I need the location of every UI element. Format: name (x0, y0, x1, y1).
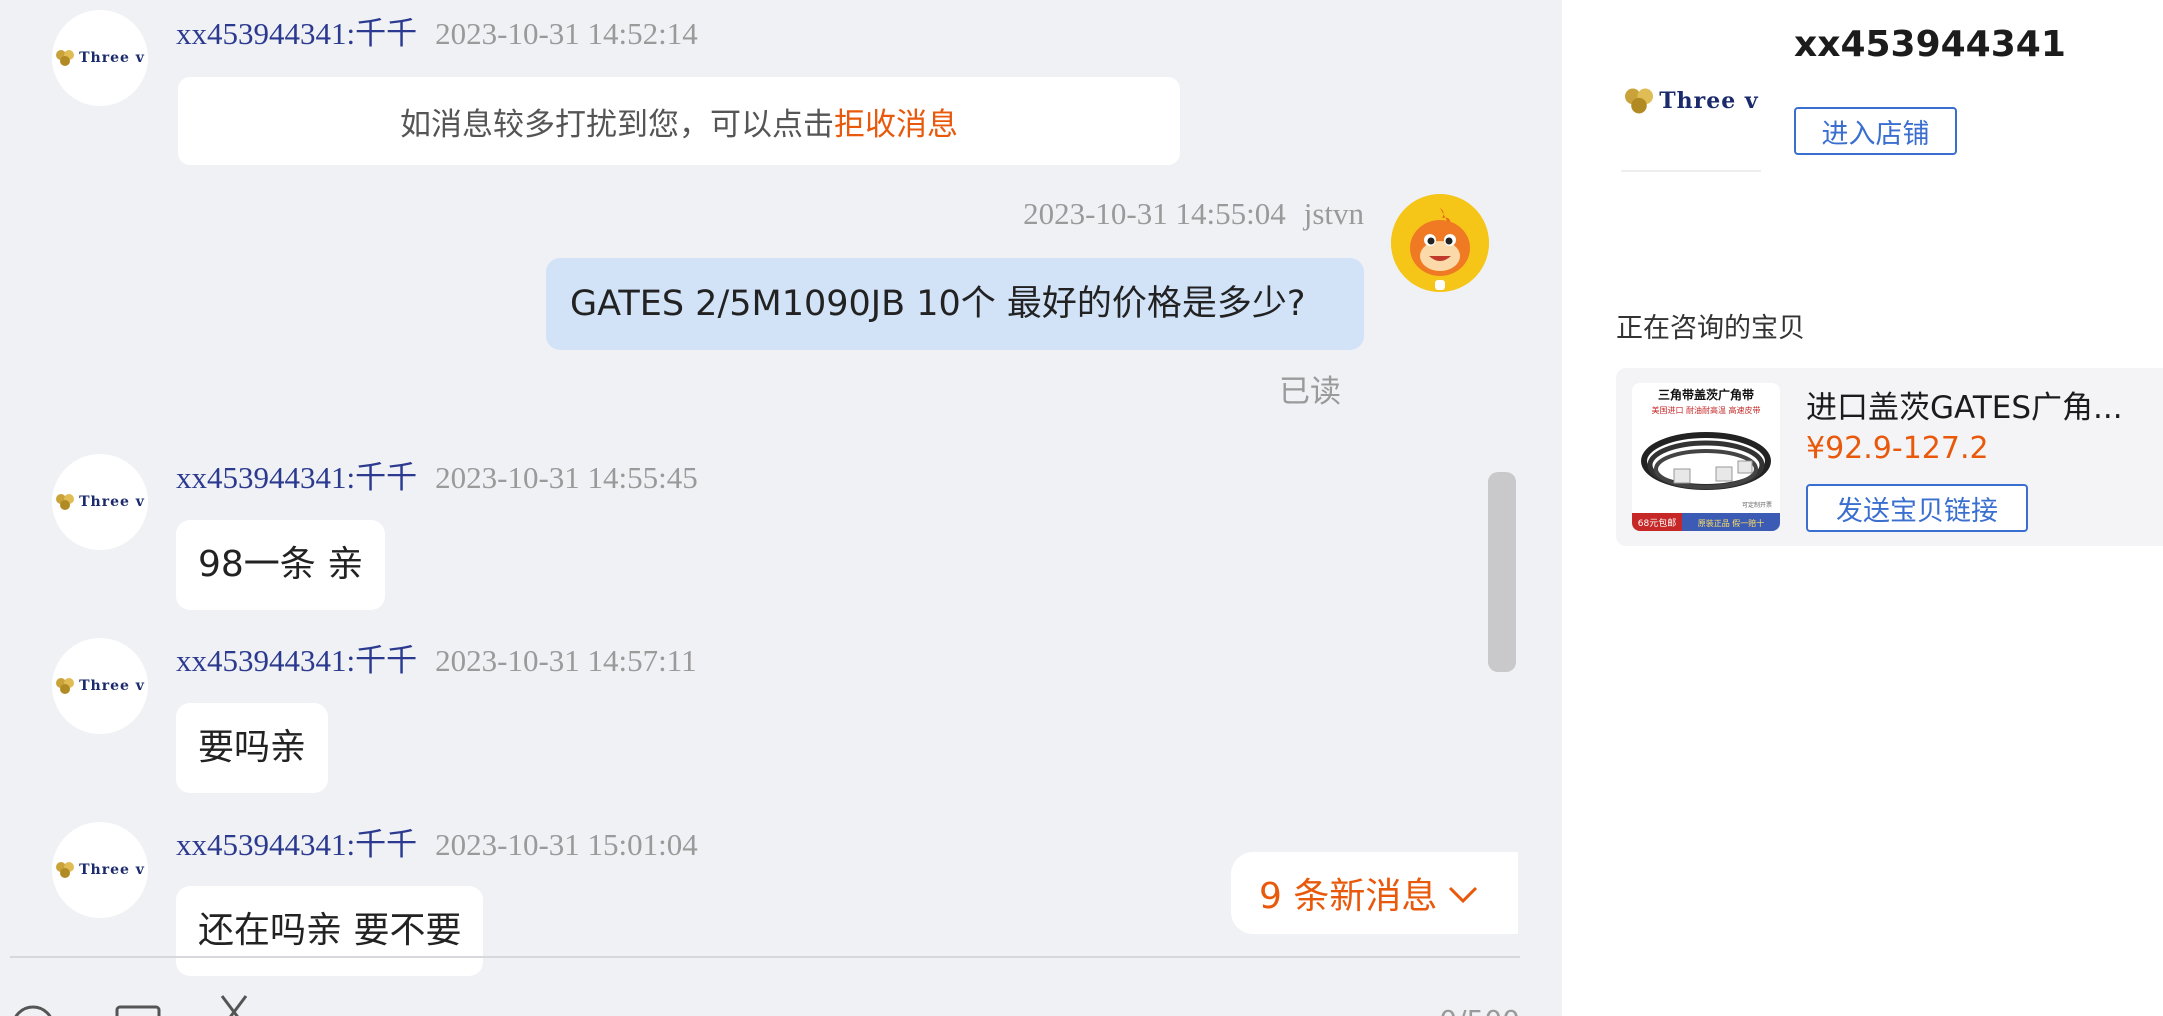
message-time: 2023-10-31 14:52:14 (435, 16, 698, 51)
product-image-banner: 三角带盖茨广角带 (1658, 387, 1754, 402)
sender-name: xx453944341:千千 (176, 643, 418, 678)
chevron-down-icon (1447, 873, 1479, 914)
read-status: 已读 (1279, 374, 1341, 410)
chat-window: Three v xx453944341:千千 2023-10-31 14:52:1… (0, 0, 2163, 1016)
belt-product-image: 三角带盖茨广角带 美国进口 耐油耐高温 高速皮带 可定制开票 68元包邮 原装正… (1632, 383, 1780, 531)
chat-scrollbar[interactable] (1488, 472, 1516, 672)
new-messages-label: 9 条新消息 (1259, 876, 1438, 917)
mascot-avatar-icon (1391, 194, 1489, 292)
scissors-icon[interactable] (214, 994, 254, 1016)
message-meta: xx453944341:千千 2023-10-31 15:01:04 (176, 819, 698, 864)
product-price: ¥92.9-127.2 (1806, 431, 1989, 466)
message-time: 2023-10-31 15:01:04 (435, 827, 698, 862)
message-time: 2023-10-31 14:57:11 (435, 643, 697, 678)
sender-name: jstvn (1303, 196, 1364, 231)
shop-avatar[interactable]: Three v (52, 638, 148, 734)
product-title[interactable]: 进口盖茨GATES广角... (1806, 382, 2123, 427)
product-image-badge-left: 68元包邮 (1638, 517, 1676, 529)
reject-messages-link[interactable]: 拒收消息 (834, 99, 958, 144)
input-divider (10, 956, 1520, 958)
shop-name: xx453944341 (1794, 24, 2066, 65)
sender-name: xx453944341:千千 (176, 827, 418, 862)
emoji-icon[interactable] (10, 1004, 56, 1016)
incoming-message-bubble[interactable]: 98一条 亲 (176, 520, 386, 610)
input-toolbar (0, 990, 1562, 1016)
outgoing-message-bubble[interactable]: GATES 2/5M1090JB 10个 最好的价格是多少? (546, 258, 1364, 350)
outgoing-message-meta: 2023-10-31 14:55:04 jstvn (1023, 196, 1364, 232)
char-count: 0/500 (1439, 1004, 1520, 1016)
product-card[interactable]: 三角带盖茨广角带 美国进口 耐油耐高温 高速皮带 可定制开票 68元包邮 原装正… (1616, 368, 2163, 546)
user-avatar[interactable] (1391, 194, 1489, 292)
three-v-logo-icon: Three v (55, 861, 145, 879)
message-time: 2023-10-31 14:55:04 (1023, 196, 1286, 231)
sender-name: xx453944341:千千 (176, 460, 418, 495)
consulting-item-heading: 正在咨询的宝贝 (1616, 313, 1805, 344)
system-notice-text: 如消息较多打扰到您，可以点击 (400, 106, 834, 143)
message-meta: xx453944341:千千 2023-10-31 14:57:11 (176, 635, 697, 680)
shop-avatar[interactable]: Three v (52, 10, 148, 106)
shop-avatar[interactable]: Three v (52, 454, 148, 550)
message-meta: xx453944341:千千 2023-10-31 14:55:45 (176, 452, 698, 497)
send-product-link-button[interactable]: 发送宝贝链接 (1806, 484, 2028, 532)
three-v-logo-icon: Three v (55, 677, 145, 695)
sender-name: xx453944341:千千 (176, 16, 418, 51)
three-v-logo-icon: Three v (55, 49, 145, 67)
message-meta: xx453944341:千千 2023-10-31 14:52:14 (176, 8, 698, 53)
message-time: 2023-10-31 14:55:45 (435, 460, 698, 495)
incoming-message-bubble[interactable]: 还在吗亲 要不要 (176, 886, 484, 976)
system-notice: 如消息较多打扰到您，可以点击 拒收消息 (178, 77, 1180, 165)
shop-avatar[interactable]: Three v (52, 822, 148, 918)
new-messages-button[interactable]: 9 条新消息 (1231, 852, 1518, 934)
three-v-logo-icon: Three v (1623, 87, 1758, 115)
product-image[interactable]: 三角带盖茨广角带 美国进口 耐油耐高温 高速皮带 可定制开票 68元包邮 原装正… (1632, 383, 1780, 531)
enter-shop-button[interactable]: 进入店铺 (1794, 107, 1957, 155)
shop-logo[interactable]: Three v (1621, 32, 1761, 172)
image-icon[interactable] (114, 1004, 162, 1016)
product-image-note: 可定制开票 (1742, 501, 1772, 509)
shop-info-panel: Three v xx453944341 进入店铺 正在咨询的宝贝 三角带盖茨广角… (1562, 0, 2163, 1016)
incoming-message-bubble[interactable]: 要吗亲 (176, 703, 329, 793)
product-image-badge-right: 原装正品 假一赔十 (1698, 518, 1765, 528)
product-image-subtitle: 美国进口 耐油耐高温 高速皮带 (1651, 405, 1760, 415)
three-v-logo-icon: Three v (55, 493, 145, 511)
chat-pane: Three v xx453944341:千千 2023-10-31 14:52:1… (0, 0, 1562, 1016)
